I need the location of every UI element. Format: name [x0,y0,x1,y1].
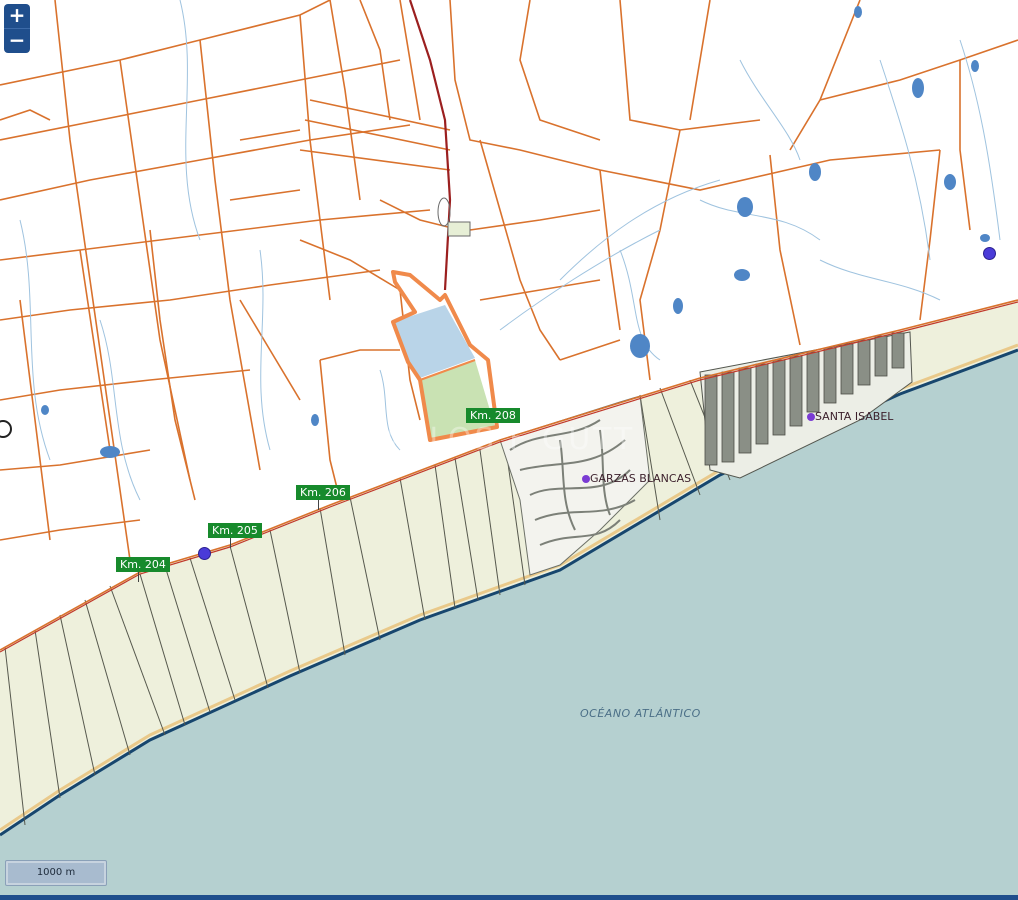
km-marker-205: Km. 205 [208,523,262,538]
km-marker-pin [318,500,319,510]
ocean-label: OCÉANO ATLÁNTICO [580,707,701,720]
place-dot [582,475,590,483]
location-marker[interactable] [983,247,996,260]
zoom-out-button[interactable]: − [4,28,30,53]
location-marker[interactable] [198,547,211,560]
place-label-garzas-blancas[interactable]: GARZAS BLANCAS [590,472,691,485]
watermark: CARLOS F GUTT [358,422,636,457]
scale-label: 1000 m [8,863,104,883]
km-marker-pin [230,538,231,548]
scale-bar: 1000 m [5,860,107,886]
zoom-control: + − [4,4,30,53]
bottom-bar [0,895,1018,900]
km-marker-206: Km. 206 [296,485,350,500]
place-dot [807,413,815,421]
km-marker-204: Km. 204 [116,557,170,572]
zoom-in-button[interactable]: + [4,4,30,28]
km-marker-208: Km. 208 [466,408,520,423]
place-label-santa-isabel[interactable]: SANTA ISABEL [815,410,893,423]
km-marker-pin [138,572,139,582]
